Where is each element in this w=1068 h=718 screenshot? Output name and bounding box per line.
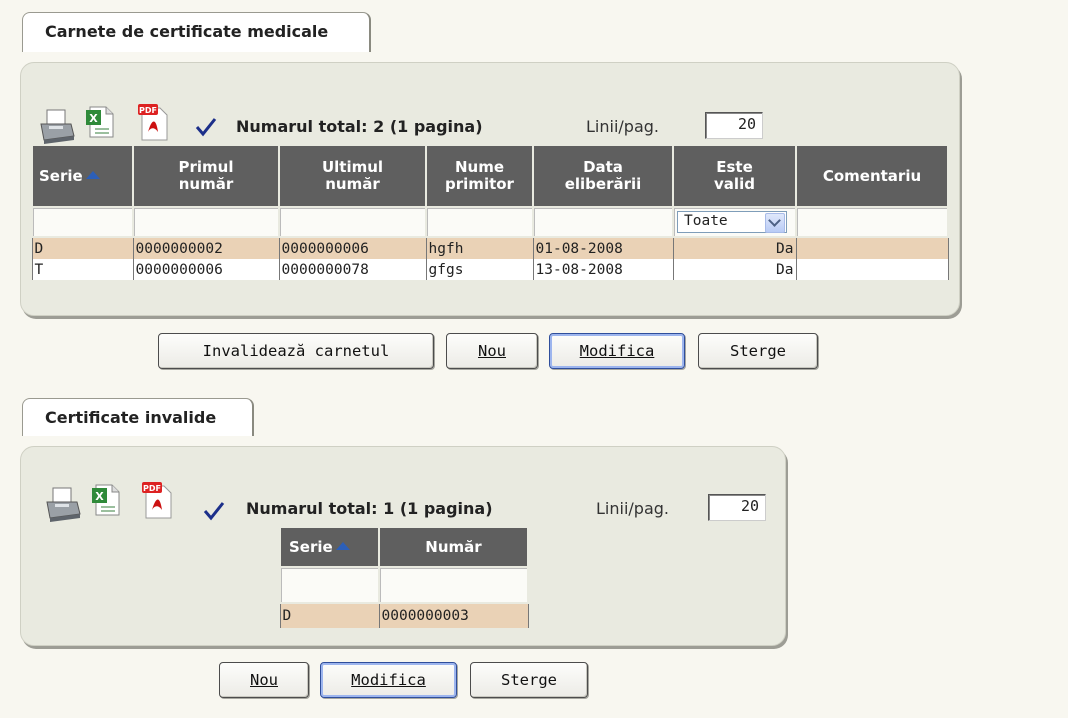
filter-nume-primitor[interactable]: [425, 206, 534, 238]
cell-nume-primitor: hgfh: [425, 237, 534, 259]
cell-ultimul-numar: 0000000078: [278, 259, 427, 280]
dropdown-arrow-icon[interactable]: [765, 213, 785, 233]
cell-primul-numar: 0000000002: [132, 237, 280, 259]
cell-data-eliberarii: 13-08-2008: [532, 259, 674, 280]
svg-text:PDF: PDF: [143, 484, 161, 493]
cell-nume-primitor: gfgs: [425, 259, 534, 280]
tab-certificate-invalide-label: Certificate invalide: [45, 408, 217, 427]
delete-button[interactable]: Sterge: [698, 333, 818, 369]
checkmark-icon[interactable]: [202, 500, 226, 522]
column-header-serie[interactable]: Serie: [279, 526, 380, 568]
filter-este-valid-cell: Toate: [672, 206, 797, 238]
printer-icon[interactable]: [38, 106, 76, 146]
cell-comentariu: [795, 237, 949, 259]
filter-serie[interactable]: [279, 566, 380, 604]
svg-text:X: X: [95, 490, 104, 503]
cell-serie: D: [279, 603, 380, 628]
tab-carnete-label: Carnete de certificate medicale: [45, 22, 329, 41]
sort-asc-icon: [335, 541, 350, 550]
cell-primul-numar: 0000000006: [132, 259, 280, 280]
sort-asc-icon: [85, 170, 100, 179]
tab-carnete[interactable]: Carnete de certificate medicale: [22, 12, 371, 52]
filter-data-eliberarii[interactable]: [532, 206, 674, 238]
filter-comentariu[interactable]: [795, 206, 949, 238]
invalide-lines-per-page-input[interactable]: 20: [708, 494, 766, 521]
carnete-lines-label: Linii/pag.: [586, 117, 659, 136]
column-header-comentariu[interactable]: Comentariu: [795, 144, 949, 208]
tab-certificate-invalide[interactable]: Certificate invalide: [22, 398, 254, 436]
cell-comentariu: [795, 259, 949, 280]
table-row[interactable]: D 0000000002 0000000006 hgfh 01-08-2008 …: [31, 237, 949, 259]
delete-button-invalide[interactable]: Sterge: [470, 662, 588, 698]
table-row[interactable]: T 0000000006 0000000078 gfgs 13-08-2008 …: [31, 259, 949, 280]
filter-select-value: Toate: [684, 213, 728, 229]
excel-icon[interactable]: X: [84, 104, 116, 140]
column-header-numar[interactable]: Număr: [378, 526, 529, 568]
filter-este-valid-select[interactable]: Toate: [677, 211, 787, 233]
invalide-total-label: Numarul total: 1 (1 pagina): [246, 499, 493, 518]
carnete-total-label: Numarul total: 2 (1 pagina): [236, 117, 483, 136]
cell-este-valid: Da: [672, 259, 797, 280]
filter-primul-numar[interactable]: [132, 206, 280, 238]
carnete-lines-per-page-input[interactable]: 20: [705, 112, 763, 139]
column-header-ultimul-numar[interactable]: Ultimul număr: [278, 144, 427, 208]
svg-text:PDF: PDF: [139, 106, 157, 115]
printer-icon[interactable]: [44, 484, 82, 524]
column-header-nume-primitor[interactable]: Nume primitor: [425, 144, 534, 208]
cell-numar: 0000000003: [378, 603, 529, 628]
filter-numar[interactable]: [378, 566, 529, 604]
filter-row: Toate: [31, 206, 949, 238]
cell-ultimul-numar: 0000000006: [278, 237, 427, 259]
column-header-este-valid[interactable]: Este valid: [672, 144, 797, 208]
cell-serie: T: [31, 259, 134, 280]
filter-row: [279, 566, 529, 604]
column-header-primul-numar[interactable]: Primul număr: [132, 144, 280, 208]
column-header-data-eliberarii[interactable]: Data eliberării: [532, 144, 674, 208]
new-button-invalide[interactable]: Nou: [219, 662, 309, 698]
invalide-table: Serie Număr D 0000000003: [279, 526, 529, 628]
checkmark-icon[interactable]: [194, 116, 218, 138]
new-button[interactable]: Nou: [446, 333, 538, 369]
carnete-table: Serie Primul număr Ultimul număr Nume primi…: [31, 144, 949, 280]
filter-ultimul-numar[interactable]: [278, 206, 427, 238]
invalide-header-row: Serie Număr: [279, 526, 529, 568]
table-row[interactable]: D 0000000003: [279, 603, 529, 628]
pdf-icon[interactable]: PDF: [140, 480, 176, 520]
cell-data-eliberarii: 01-08-2008: [532, 237, 674, 259]
column-header-serie[interactable]: Serie: [31, 144, 134, 208]
filter-serie[interactable]: [31, 206, 134, 238]
cell-serie: D: [31, 237, 134, 259]
excel-icon[interactable]: X: [90, 482, 122, 518]
carnete-header-row: Serie Primul număr Ultimul număr Nume primi…: [31, 144, 949, 208]
invalide-lines-label: Linii/pag.: [596, 499, 669, 518]
cell-este-valid: Da: [672, 237, 797, 259]
svg-text:X: X: [89, 112, 98, 125]
modify-button-invalide[interactable]: Modifica: [320, 662, 457, 698]
invalidate-button[interactable]: Invalidează carnetul: [158, 333, 434, 369]
pdf-icon[interactable]: PDF: [136, 102, 172, 142]
modify-button[interactable]: Modifica: [549, 333, 685, 369]
